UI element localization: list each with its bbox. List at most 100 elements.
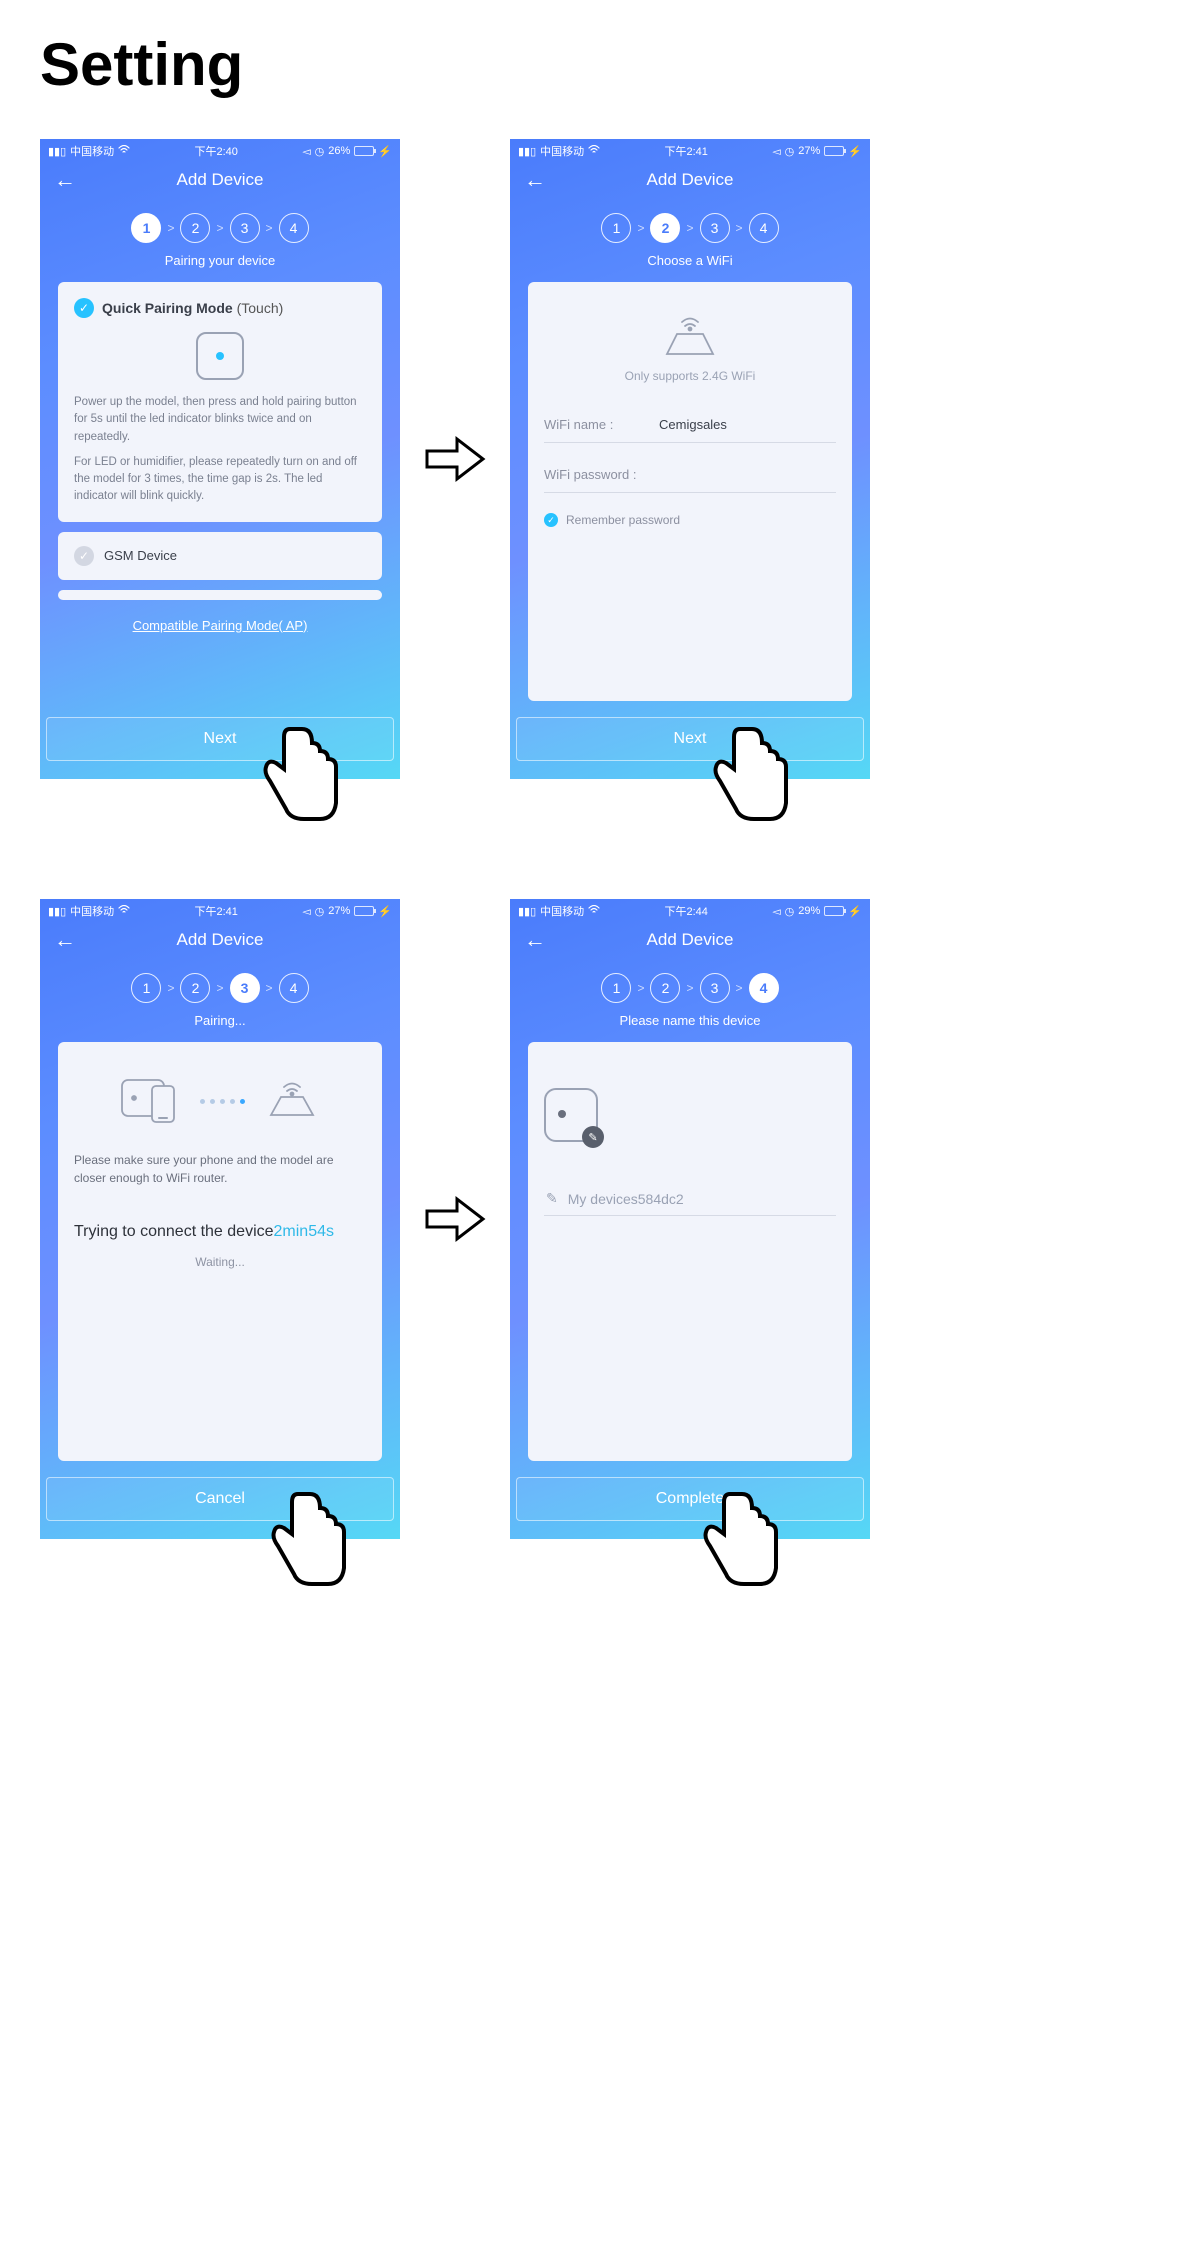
step-4[interactable]: 4 [279,973,309,1003]
step-sep: > [167,221,174,235]
step-4[interactable]: 4 [749,973,779,1003]
tablet-phone-icon [120,1076,182,1127]
wifi-name-label: WiFi name : [544,417,659,432]
alarm-icon: ◷ [785,145,795,158]
battery-icon [824,146,844,156]
step-1[interactable]: 1 [131,213,161,243]
step-1[interactable]: 1 [601,213,631,243]
step-3[interactable]: 3 [700,213,730,243]
step-4[interactable]: 4 [279,213,309,243]
step-1[interactable]: 1 [131,973,161,1003]
step-4[interactable]: 4 [749,213,779,243]
next-button[interactable]: Next [516,717,864,761]
wifi-icon [118,905,130,918]
edit-icon[interactable]: ✎ [582,1126,604,1148]
charging-icon: ⚡ [848,905,862,918]
step-subtitle: Pairing... [40,1013,400,1028]
countdown-timer: 2min54s [274,1223,334,1240]
quick-pair-subtype: (Touch) [233,300,284,316]
charging-icon: ⚡ [848,145,862,158]
pairing-card: Please make sure your phone and the mode… [58,1042,382,1461]
clock-label: 下午2:41 [664,143,707,159]
router-icon [544,312,836,365]
row-2: ▮▮▯ 中国移动 下午2:41 ◅ ◷ 27% ⚡ ← Add Device 1… [40,899,1160,1539]
location-icon: ◅ [302,145,310,158]
wifi-card: Only supports 2.4G WiFi WiFi name : Cemi… [528,282,852,701]
wifi-icon [588,145,600,158]
signal-icon: ▮▮▯ [48,905,66,918]
phone-step-4: ▮▮▯ 中国移动 下午2:44 ◅ ◷ 29% ⚡ ← Add Device 1… [510,899,870,1539]
remember-label: Remember password [566,513,680,527]
nav-bar: ← Add Device [40,161,400,199]
quick-pair-card[interactable]: ✓ Quick Pairing Mode (Touch) Power up th… [58,282,382,522]
nav-title: Add Device [510,930,870,950]
step-1[interactable]: 1 [601,973,631,1003]
waiting-label: Waiting... [74,1255,366,1269]
row-1: ▮▮▯ 中国移动 下午2:40 ◅ ◷ 26% ⚡ ← Add Device 1… [40,139,1160,779]
step-2[interactable]: 2 [180,213,210,243]
signal-icon: ▮▮▯ [48,145,66,158]
phone-step-1: ▮▮▯ 中国移动 下午2:40 ◅ ◷ 26% ⚡ ← Add Device 1… [40,139,400,779]
compat-link[interactable]: Compatible Pairing Mode( AP) [58,618,382,633]
instructions: Power up the model, then press and hold … [74,394,366,506]
alarm-icon: ◷ [315,145,325,158]
clock-label: 下午2:40 [194,143,237,159]
device-icon[interactable]: ✎ [544,1088,598,1142]
step-2[interactable]: 2 [650,213,680,243]
trying-label: Trying to connect the device [74,1223,274,1240]
check-icon: ✓ [544,513,558,527]
step-indicator: 1 > 2 > 3 > 4 [510,973,870,1003]
name-device-card: ✎ ✎ My devices584dc2 [528,1042,852,1461]
status-bar: ▮▮▯ 中国移动 下午2:41 ◅ ◷ 27% ⚡ [40,899,400,921]
battery-icon [354,906,374,916]
step-sep: > [266,221,273,235]
wifi-name-field[interactable]: WiFi name : Cemigsales [544,407,836,443]
step-indicator: 1 > 2 > 3 > 4 [40,973,400,1003]
gsm-label: GSM Device [104,548,177,563]
alarm-icon: ◷ [315,905,325,918]
battery-icon [354,146,374,156]
arrow-icon [420,433,490,485]
carrier-label: 中国移动 [540,143,584,159]
location-icon: ◅ [302,905,310,918]
wifi-name-value: Cemigsales [659,417,727,432]
quick-pair-title: Quick Pairing Mode [102,300,233,316]
step-subtitle: Please name this device [510,1013,870,1028]
nav-title: Add Device [510,170,870,190]
step-3[interactable]: 3 [700,973,730,1003]
step-2[interactable]: 2 [180,973,210,1003]
nav-bar: ← Add Device [510,161,870,199]
wifi-password-field[interactable]: WiFi password : [544,457,836,493]
hand-cursor-icon [258,1484,354,1594]
signal-icon: ▮▮▯ [518,905,536,918]
step-3[interactable]: 3 [230,973,260,1003]
alarm-icon: ◷ [785,905,795,918]
nav-bar: ← Add Device [510,921,870,959]
step-indicator: 1 > 2 > 3 > 4 [40,213,400,243]
battery-percent: 29% [798,905,820,917]
clock-label: 下午2:41 [194,903,237,919]
charging-icon: ⚡ [378,145,392,158]
step-3[interactable]: 3 [230,213,260,243]
carrier-label: 中国移动 [70,143,114,159]
wifi-icon [588,905,600,918]
gsm-card[interactable]: ✓ GSM Device [58,532,382,580]
signal-icon: ▮▮▯ [518,145,536,158]
status-bar: ▮▮▯ 中国移动 下午2:41 ◅ ◷ 27% ⚡ [510,139,870,161]
phone-step-2: ▮▮▯ 中国移动 下午2:41 ◅ ◷ 27% ⚡ ← Add Device 1… [510,139,870,779]
hand-cursor-icon [250,719,346,829]
nav-bar: ← Add Device [40,921,400,959]
check-icon: ✓ [74,546,94,566]
page-title: Setting [40,30,1160,99]
carrier-label: 中国移动 [70,903,114,919]
wifi-icon [118,145,130,158]
carrier-label: 中国移动 [540,903,584,919]
check-icon: ✓ [74,298,94,318]
device-name-value: My devices584dc2 [568,1191,684,1207]
remember-password[interactable]: ✓ Remember password [544,513,836,527]
battery-icon [824,906,844,916]
device-name-field[interactable]: ✎ My devices584dc2 [544,1182,836,1216]
battery-percent: 26% [328,145,350,157]
step-2[interactable]: 2 [650,973,680,1003]
router-icon [263,1079,321,1124]
